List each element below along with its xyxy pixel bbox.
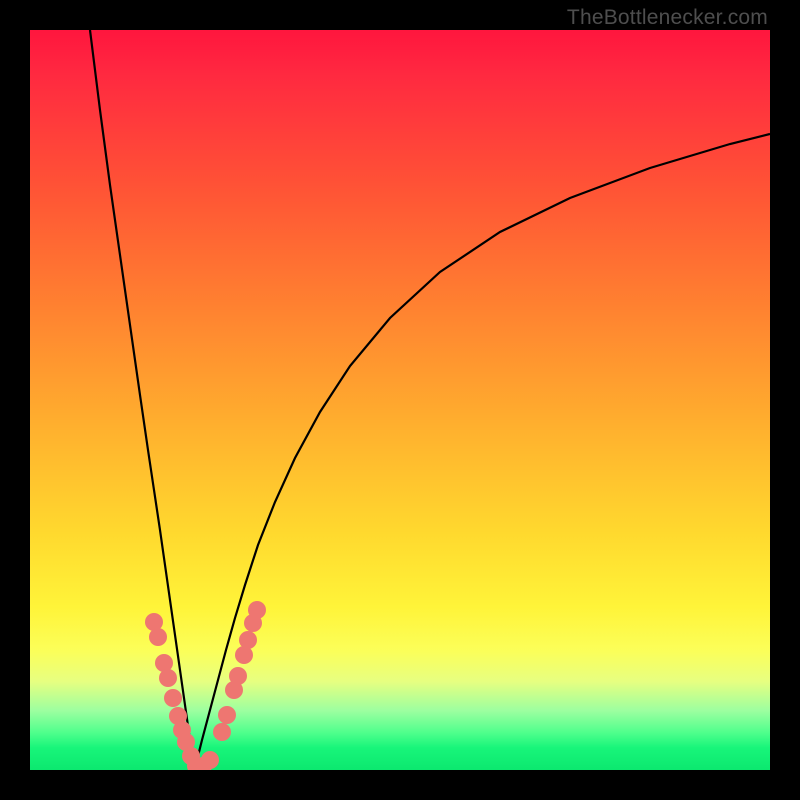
chart-frame: TheBottlenecker.com xyxy=(0,0,800,800)
data-marker xyxy=(164,689,182,707)
data-marker xyxy=(218,706,236,724)
watermark-text: TheBottlenecker.com xyxy=(567,6,768,30)
data-marker xyxy=(213,723,231,741)
marker-cluster xyxy=(145,601,266,770)
data-marker xyxy=(229,667,247,685)
data-marker xyxy=(201,751,219,769)
curve-right-branch xyxy=(195,134,770,768)
data-marker xyxy=(159,669,177,687)
data-marker xyxy=(239,631,257,649)
data-marker xyxy=(149,628,167,646)
curve-left-branch xyxy=(90,30,195,768)
curve-layer xyxy=(30,30,770,770)
plot-area xyxy=(30,30,770,770)
data-marker xyxy=(248,601,266,619)
